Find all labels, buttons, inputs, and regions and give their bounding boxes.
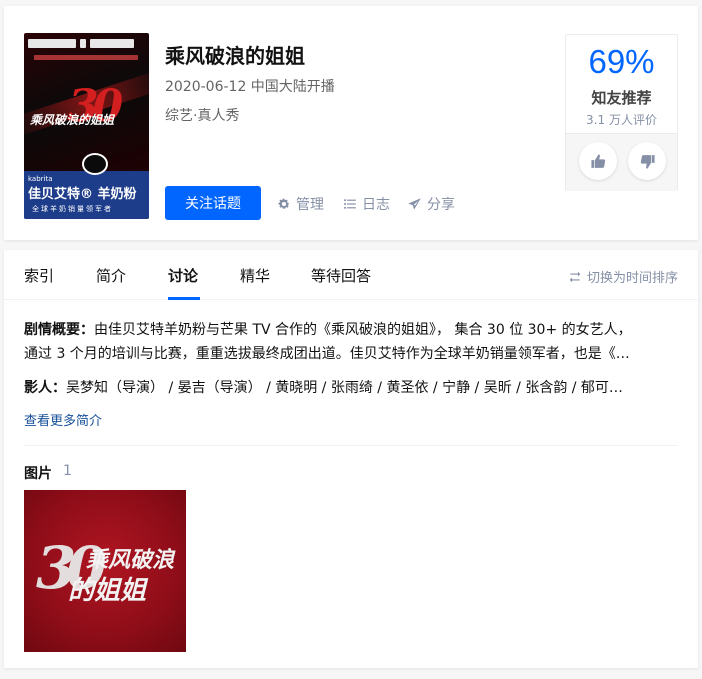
gear-icon: [278, 198, 290, 209]
plot-summary: 剧情概要：由佳贝艾特羊奶粉与芒果 TV 合作的《乘风破浪的姐姐》， 集合 30 …: [24, 318, 678, 366]
follow-topic-button[interactable]: 关注话题: [165, 186, 261, 220]
sort-toggle-label: 切换为时间排序: [586, 271, 678, 286]
poster-title: 乘风破浪的姐姐: [30, 113, 115, 127]
summary-line-2: 通过 3 个月的培训与比赛，重重选拔最终成团出道。佳贝艾特作为全球羊奶销量领军者…: [24, 346, 630, 362]
poster-brand-band: kabrita 佳贝艾特® 羊奶粉 全球羊奶销量领军者: [24, 153, 149, 219]
poster-subtitle-strip: [34, 55, 138, 60]
tab-index[interactable]: 索引: [24, 265, 54, 286]
share-label: 分享: [427, 197, 455, 213]
cast-names: 吴梦知（导演） / 晏吉（导演） / 黄晓明 / 张雨绮 / 黄圣依 / 宁静 …: [66, 380, 623, 396]
thumbs-up-icon: [590, 153, 605, 168]
log-label: 日志: [362, 197, 390, 213]
pictures-count: 1: [63, 463, 72, 479]
tab-discussion[interactable]: 讨论: [168, 265, 198, 286]
manage-button[interactable]: 管理: [277, 194, 324, 214]
sort-toggle-button[interactable]: 切换为时间排序: [568, 267, 678, 286]
list-icon: [344, 199, 356, 209]
picture-thumbnail[interactable]: 30 乘风破浪 的姐姐: [24, 490, 186, 652]
tab-intro[interactable]: 简介: [96, 265, 126, 286]
summary-line-1: 由佳贝艾特羊奶粉与芒果 TV 合作的《乘风破浪的姐姐》， 集合 30 位 30+…: [94, 322, 632, 338]
rating-count: 3.1 万人评价: [586, 113, 657, 127]
topic-content-card: 索引 简介 讨论 精华 等待回答 切换为时间排序 剧情概要：由佳贝艾特羊奶粉与芒…: [4, 250, 698, 668]
thumbs-down-icon: [640, 154, 655, 169]
thumb-title-line-2: 的姐姐: [68, 576, 147, 606]
manage-label: 管理: [296, 197, 324, 213]
divider: [24, 445, 678, 446]
recommend-percent: 69%: [588, 43, 655, 80]
cast-list: 影人：吴梦知（导演） / 晏吉（导演） / 黄晓明 / 张雨绮 / 黄圣依 / …: [24, 376, 678, 400]
share-button[interactable]: 分享: [407, 194, 455, 214]
poster-slogan: 全球羊奶销量领军者: [32, 205, 113, 213]
summary-label: 剧情概要：: [24, 322, 94, 338]
tab-unanswered[interactable]: 等待回答: [311, 265, 371, 286]
more-intro-link[interactable]: 查看更多简介: [24, 410, 102, 429]
thumbs-up-button[interactable]: [579, 142, 617, 180]
active-tab-indicator: [168, 297, 200, 300]
paper-plane-icon: [408, 197, 421, 209]
thumbs-down-button[interactable]: [628, 142, 666, 180]
premiere-info: 2020-06-12 中国大陆开播: [165, 79, 335, 95]
topic-tabs: 索引 简介 讨论 精华 等待回答 切换为时间排序: [4, 250, 698, 300]
rating-box: 69% 知友推荐 3.1 万人评价: [565, 34, 678, 191]
recommend-label: 知友推荐: [591, 89, 652, 107]
log-button[interactable]: 日志: [343, 194, 390, 214]
poster-brand-small: kabrita: [28, 175, 53, 183]
poster-brand: 佳贝艾特® 羊奶粉: [28, 187, 137, 202]
swap-arrows-icon: [569, 271, 581, 282]
page-title: 乘风破浪的姐姐: [165, 44, 305, 68]
cast-label: 影人：: [24, 380, 66, 396]
goat-logo-icon: [82, 153, 108, 175]
pictures-heading: 图片: [24, 466, 52, 482]
topic-header-card: 30 乘风破浪的姐姐 kabrita 佳贝艾特® 羊奶粉 全球羊奶销量领军者 乘…: [4, 6, 698, 240]
tab-featured[interactable]: 精华: [240, 265, 270, 286]
genre-info: 综艺·真人秀: [165, 108, 240, 124]
vote-bar: [566, 133, 677, 191]
poster-logos: [28, 39, 145, 51]
show-poster[interactable]: 30 乘风破浪的姐姐 kabrita 佳贝艾特® 羊奶粉 全球羊奶销量领军者: [24, 33, 149, 219]
